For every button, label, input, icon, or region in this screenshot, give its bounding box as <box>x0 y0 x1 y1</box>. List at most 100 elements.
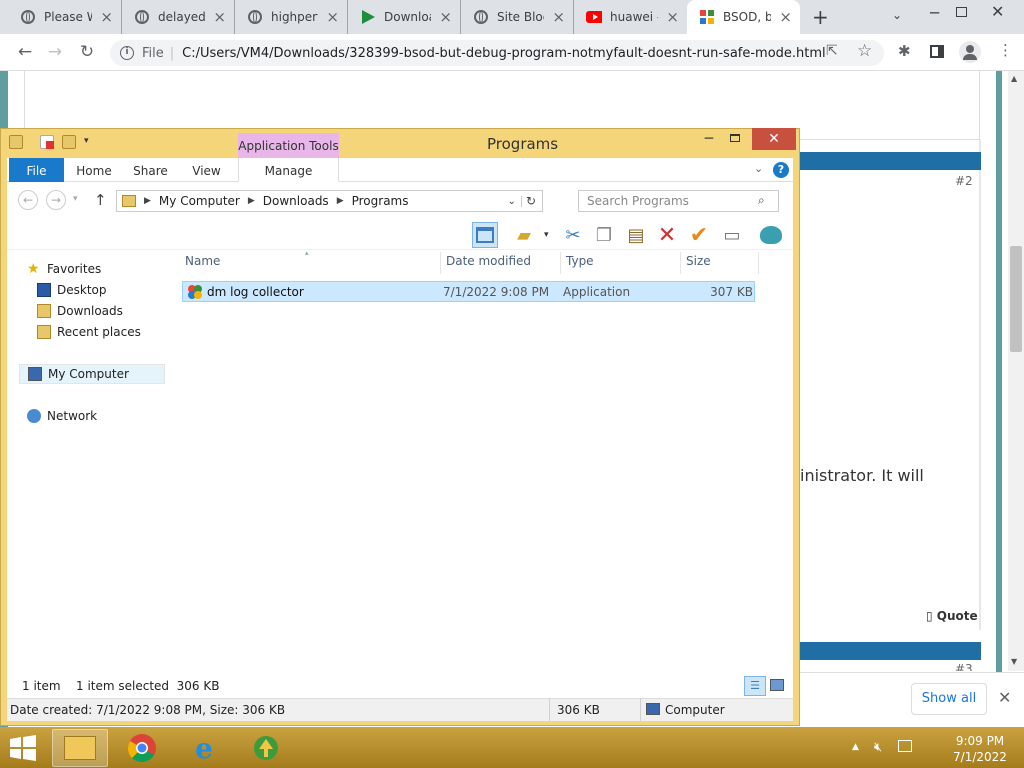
breadcrumb-programs[interactable]: Programs <box>352 194 409 208</box>
bookmark-star-icon[interactable]: ☆ <box>857 41 872 61</box>
breadcrumb-my-computer[interactable]: My Computer <box>159 194 240 208</box>
taskbar-file-explorer[interactable] <box>52 729 108 767</box>
move-dropdown-icon[interactable]: ▾ <box>544 230 549 240</box>
tab-manage[interactable]: Manage <box>238 158 339 182</box>
close-tab-icon[interactable]: × <box>213 9 234 25</box>
paste-icon[interactable]: ▤ <box>623 222 649 248</box>
profile-avatar[interactable] <box>959 41 981 63</box>
details-view-icon[interactable]: ☰ <box>744 676 766 696</box>
new-folder-icon[interactable] <box>62 135 76 149</box>
nav-desktop[interactable]: Desktop <box>37 280 165 300</box>
info-icon[interactable]: i <box>120 46 134 60</box>
close-tab-icon[interactable]: × <box>439 9 460 25</box>
page-scrollbar[interactable] <box>1008 71 1024 671</box>
maximize-icon[interactable] <box>726 128 744 150</box>
column-date-modified[interactable]: Date modified <box>446 254 531 272</box>
search-icon[interactable]: ⌕ <box>758 193 765 208</box>
taskbar-internet-explorer[interactable]: e <box>176 729 232 767</box>
share-icon[interactable]: ⇱ <box>826 43 838 59</box>
rename-icon[interactable]: ▭ <box>719 222 745 248</box>
side-panel-icon[interactable] <box>930 45 944 58</box>
tab-home[interactable]: Home <box>72 158 116 182</box>
taskbar-chrome[interactable] <box>114 729 170 767</box>
browser-tab[interactable]: Downloa × <box>348 0 461 34</box>
nav-downloads[interactable]: Downloads <box>37 301 165 321</box>
nav-recent-places[interactable]: Recent places <box>37 322 165 342</box>
help-icon[interactable]: ? <box>773 162 789 178</box>
taskbar-app[interactable] <box>238 729 294 767</box>
close-window-button[interactable]: ✕ <box>752 128 796 150</box>
back-icon[interactable]: ← <box>14 41 36 63</box>
qat-dropdown-icon[interactable]: ▾ <box>84 136 89 146</box>
delete-icon[interactable]: ✕ <box>654 222 680 248</box>
tab-file[interactable]: File <box>9 158 64 182</box>
minimize-icon[interactable]: ─ <box>700 128 718 150</box>
column-type[interactable]: Type <box>566 254 594 272</box>
nav-favorites[interactable]: ★ Favorites <box>27 259 165 279</box>
checkmark-icon[interactable]: ✔ <box>686 222 712 248</box>
search-input[interactable]: Search Programs <box>578 190 779 212</box>
breadcrumb-downloads[interactable]: Downloads <box>263 194 329 208</box>
system-clock[interactable]: 9:09 PM 7/1/2022 <box>940 733 1020 765</box>
show-hidden-icons-icon[interactable]: ▲ <box>852 742 859 752</box>
browser-tab[interactable]: highperf × <box>235 0 348 34</box>
tab-view[interactable]: View <box>184 158 229 182</box>
close-tab-icon[interactable]: × <box>779 9 800 25</box>
network-tray-icon[interactable] <box>898 740 912 752</box>
forward-icon[interactable]: → <box>46 190 66 210</box>
browser-tab[interactable]: delayedd× <box>122 0 235 34</box>
address-bar[interactable]: i File | C:/Users/VM4/Downloads/328399-b… <box>110 40 884 66</box>
volume-muted-icon[interactable]: 🔇︎ <box>874 740 882 755</box>
up-icon[interactable]: ↑ <box>94 191 107 209</box>
browser-menu-icon[interactable]: ⋮ <box>998 41 1013 59</box>
scroll-up-icon[interactable]: ▲ <box>1011 74 1017 83</box>
page-scrollbar-thumb[interactable] <box>1010 246 1022 352</box>
post-number[interactable]: #2 <box>955 174 973 188</box>
back-icon[interactable]: ← <box>18 190 38 210</box>
close-tab-icon[interactable]: × <box>326 9 347 25</box>
large-icons-view-icon[interactable] <box>770 679 784 691</box>
preview-pane-icon[interactable] <box>472 222 498 248</box>
refresh-icon[interactable]: ↻ <box>526 194 536 208</box>
quote-button[interactable]: ▯ Quote <box>926 609 978 623</box>
show-all-downloads-button[interactable]: Show all <box>911 683 987 715</box>
close-browser-icon[interactable]: ✕ <box>991 2 1004 21</box>
restore-browser-icon[interactable] <box>956 7 967 17</box>
browser-tab[interactable]: huawei - × <box>574 0 687 34</box>
extensions-icon[interactable]: ✱ <box>898 42 911 60</box>
copy-icon[interactable]: ❐ <box>591 222 617 248</box>
new-tab-button[interactable]: + <box>812 5 829 29</box>
address-dropdown-icon[interactable]: ⌄ <box>508 195 522 207</box>
move-to-folder-icon[interactable]: ▰ <box>511 222 537 248</box>
tab-share[interactable]: Share <box>128 158 173 182</box>
explorer-titlebar[interactable] <box>0 128 800 158</box>
column-name[interactable]: Name <box>185 254 220 272</box>
browser-tab-active[interactable]: BSOD, b × <box>687 0 800 34</box>
browser-tab[interactable]: Please W× <box>8 0 122 34</box>
close-tab-icon[interactable]: × <box>666 9 687 25</box>
globe-download-icon <box>254 736 278 760</box>
post-number[interactable]: #3 <box>955 662 973 671</box>
nav-network[interactable]: Network <box>27 406 165 426</box>
reload-icon[interactable]: ↻ <box>76 41 98 63</box>
scroll-down-icon[interactable]: ▼ <box>1011 657 1017 666</box>
start-button[interactable] <box>8 735 38 761</box>
file-row[interactable]: dm log collector 7/1/2022 9:08 PM Applic… <box>182 281 755 302</box>
forward-icon[interactable]: → <box>44 41 66 63</box>
youtube-icon <box>586 9 602 25</box>
minimize-browser-icon[interactable]: ─ <box>930 4 939 22</box>
tab-search-icon[interactable]: ⌄ <box>892 8 902 22</box>
browser-tab[interactable]: Site Bloc × <box>461 0 574 34</box>
close-download-bar-icon[interactable]: ✕ <box>998 688 1011 707</box>
recent-locations-icon[interactable]: ▾ <box>73 194 78 204</box>
close-tab-icon[interactable]: × <box>552 9 573 25</box>
address-breadcrumb[interactable]: ▶ My Computer ▶ Downloads ▶ Programs ⌄ ↻ <box>116 190 543 212</box>
properties-icon[interactable] <box>758 222 784 248</box>
close-tab-icon[interactable]: × <box>100 9 121 25</box>
cut-icon[interactable]: ✂ <box>560 222 586 248</box>
column-size[interactable]: Size <box>686 254 711 272</box>
properties-icon[interactable] <box>40 135 54 149</box>
address-url: C:/Users/VM4/Downloads/328399-bsod-but-d… <box>182 45 826 61</box>
nav-my-computer[interactable]: My Computer <box>19 364 165 384</box>
expand-ribbon-icon[interactable]: ⌄ <box>754 162 763 175</box>
